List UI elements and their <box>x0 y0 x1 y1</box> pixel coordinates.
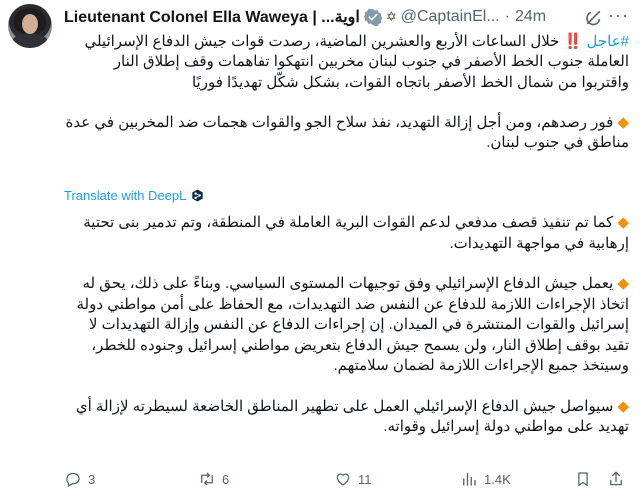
bullet-diamond-icon: ◆ <box>617 214 629 231</box>
deepl-icon <box>192 189 204 202</box>
paragraph-3-text: كما تم تنفيذ قصف مدفعي لدعم القوات البري… <box>83 214 629 252</box>
hashtag-link[interactable]: #عاجل <box>587 33 630 50</box>
paragraph-5: ◆ سيواصل جيش الدفاع الإسرائيلي العمل على… <box>64 397 629 438</box>
views-count: 1.4K <box>484 471 511 487</box>
bullet-diamond-icon: ◆ <box>617 113 629 131</box>
bookmark-icon <box>578 472 588 487</box>
tweet-body-bottom: ◆ كما تم تنفيذ قصف مدفعي لدعم القوات الب… <box>64 213 629 438</box>
tweet-header: Lieutenant Colonel Ella Waweya | ...اوية… <box>64 4 633 30</box>
avatar[interactable] <box>8 4 52 48</box>
views-button[interactable]: 1.4K <box>460 470 511 488</box>
more-icon[interactable]: ··· <box>608 5 629 26</box>
grok-icon[interactable] <box>585 9 603 27</box>
paragraph-1-text: خلال الساعات الأربع والعشرين الماضية، رص… <box>84 33 629 91</box>
exclamation-emoji: ‼️ <box>563 33 583 50</box>
bullet-diamond-icon: ◆ <box>617 397 629 415</box>
translate-link[interactable]: Translate with DeepL <box>64 188 204 203</box>
paragraph-4-text: يعمل جيش الدفاع الإسرائيلي وفق توجيهات ا… <box>76 275 630 374</box>
author-name[interactable]: Lieutenant Colonel Ella Waweya | ...اوية <box>64 7 360 27</box>
flag-icon: ✡ <box>385 9 397 24</box>
views-icon <box>463 473 476 486</box>
like-count: 11 <box>358 471 372 487</box>
paragraph-2-text: فور رصدهم، ومن أجل إزالة التهديد، نفذ سل… <box>65 113 629 152</box>
reply-button[interactable]: 3 <box>64 470 95 488</box>
tweet-body-top: #عاجل ‼️ خلال الساعات الأربع والعشرين ال… <box>64 32 629 153</box>
like-icon <box>336 473 350 486</box>
share-icon <box>610 471 622 486</box>
reply-icon <box>66 472 80 488</box>
verified-badge-icon <box>363 8 382 26</box>
share-button[interactable] <box>607 470 631 488</box>
repost-button[interactable]: 6 <box>198 470 229 488</box>
separator-dot: · <box>504 8 510 25</box>
author-handle[interactable]: @CaptainEl... <box>401 8 500 26</box>
like-button[interactable]: 11 <box>334 470 372 488</box>
translate-label[interactable]: Translate with DeepL <box>64 188 186 203</box>
timestamp[interactable]: 24m <box>515 8 546 26</box>
paragraph-4: ◆ يعمل جيش الدفاع الإسرائيلي وفق توجيهات… <box>64 274 630 377</box>
bullet-diamond-icon: ◆ <box>617 275 629 292</box>
avatar-face <box>22 14 38 34</box>
paragraph-3: ◆ كما تم تنفيذ قصف مدفعي لدعم القوات الب… <box>64 213 629 254</box>
repost-icon <box>201 472 213 486</box>
paragraph-2: ◆ فور رصدهم، ومن أجل إزالة التهديد، نفذ … <box>64 113 629 154</box>
repost-count: 6 <box>222 471 230 487</box>
avatar-body <box>12 34 48 48</box>
bookmark-button[interactable] <box>574 470 598 488</box>
action-bar: 3 6 11 1.4K <box>64 469 633 489</box>
paragraph-5-text: سيواصل جيش الدفاع الإسرائيلي العمل على ت… <box>75 397 629 436</box>
reply-count: 3 <box>88 471 96 487</box>
paragraph-1: #عاجل ‼️ خلال الساعات الأربع والعشرين ال… <box>64 32 629 93</box>
